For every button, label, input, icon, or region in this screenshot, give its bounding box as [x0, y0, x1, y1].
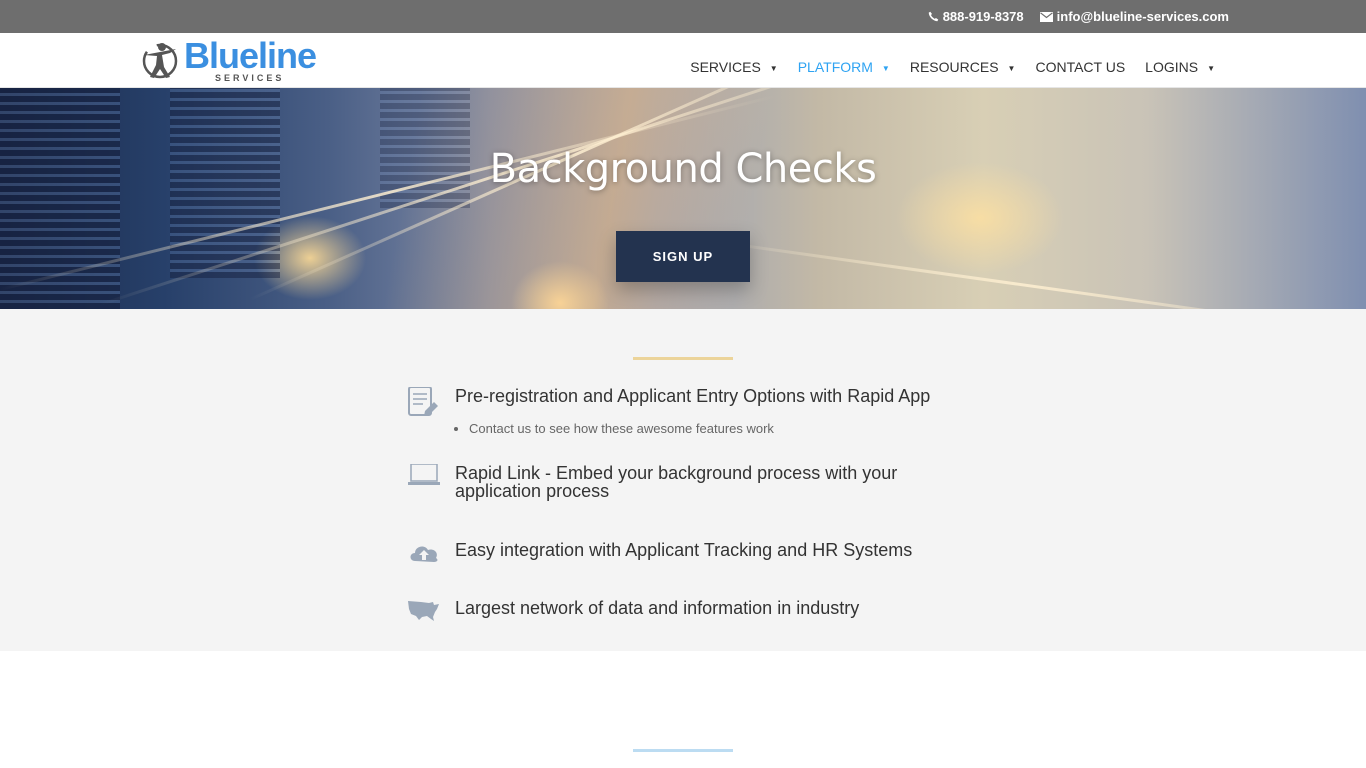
- email-address: info@blueline-services.com: [1056, 9, 1229, 24]
- email-link[interactable]: info@blueline-services.com: [1039, 9, 1229, 24]
- feature-text: Pre-registration and Applicant Entry Opt…: [455, 386, 931, 406]
- list-item: Contact us to see how these awesome feat…: [469, 421, 774, 437]
- feature-text: Largest network of data and information …: [455, 598, 860, 618]
- nav-services[interactable]: SERVICES ▼: [690, 59, 777, 75]
- nav-logins[interactable]: LOGINS ▼: [1145, 59, 1215, 75]
- feature-bullets: Contact us to see how these awesome feat…: [469, 421, 774, 437]
- cloud-upload-icon: [407, 541, 441, 575]
- hero-title: Background Checks: [489, 146, 877, 192]
- logo-wordmark: Blueline: [184, 35, 317, 76]
- features-section: Pre-registration and Applicant Entry Opt…: [0, 309, 1366, 651]
- hero-light-streak: [699, 238, 1354, 309]
- nav-platform[interactable]: PLATFORM ▼: [798, 59, 890, 75]
- nav-label: SERVICES: [690, 59, 761, 75]
- logo-tagline: SERVICES: [215, 73, 285, 83]
- nav-label: PLATFORM: [797, 59, 873, 75]
- phone-link[interactable]: 888-919-8378: [928, 9, 1024, 24]
- site-header: Blueline SERVICES SERVICES ▼ PLATFORM ▼ …: [0, 33, 1366, 88]
- nav-resources[interactable]: RESOURCES ▼: [910, 59, 1016, 75]
- caret-down-icon: ▼: [1007, 63, 1016, 73]
- nav-label: CONTACT US: [1035, 59, 1126, 75]
- nav-label: LOGINS: [1145, 59, 1199, 75]
- phone-number: 888-919-8378: [942, 9, 1024, 24]
- logo[interactable]: Blueline SERVICES: [140, 37, 320, 83]
- caret-down-icon: ▼: [881, 63, 890, 73]
- sign-up-button[interactable]: SIGN UP: [616, 231, 750, 282]
- nav-contact-us[interactable]: CONTACT US: [1035, 59, 1125, 75]
- caret-down-icon: ▼: [769, 63, 778, 73]
- section-divider: [633, 357, 733, 360]
- nav-label: RESOURCES: [909, 59, 999, 75]
- caret-down-icon: ▼: [1207, 63, 1215, 73]
- feature-text: Rapid Link - Embed your background proce…: [455, 463, 898, 501]
- main-nav: SERVICES ▼ PLATFORM ▼ RESOURCES ▼ CONTAC…: [690, 59, 1215, 75]
- phone-icon: [928, 11, 939, 22]
- contact-info: 888-919-8378 info@blueline-services.com: [928, 9, 1229, 24]
- usa-map-icon: [407, 599, 441, 633]
- feature-text: Easy integration with Applicant Tracking…: [455, 540, 913, 560]
- hero-light-streak: [249, 88, 891, 301]
- section-divider: [633, 749, 733, 752]
- logo-mark-icon: [142, 43, 178, 79]
- top-bar: 888-919-8378 info@blueline-services.com: [0, 0, 1366, 33]
- laptop-icon: [407, 463, 441, 498]
- hero-banner: Background Checks SIGN UP: [0, 88, 1366, 309]
- tablet-pencil-icon: [407, 386, 441, 421]
- envelope-icon: [1039, 11, 1053, 22]
